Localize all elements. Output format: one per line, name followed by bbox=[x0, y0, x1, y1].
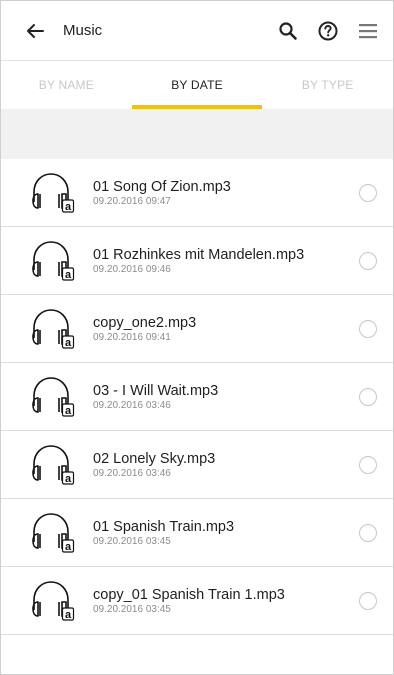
file-name: 01 Spanish Train.mp3 bbox=[93, 518, 235, 535]
select-radio[interactable] bbox=[359, 387, 377, 406]
search-button[interactable] bbox=[271, 14, 305, 48]
audio-file-icon-wrap: a bbox=[29, 567, 87, 635]
menu-button[interactable] bbox=[351, 14, 385, 48]
audio-file-icon-wrap: a bbox=[29, 295, 87, 363]
help-button[interactable] bbox=[311, 14, 345, 48]
select-radio[interactable] bbox=[359, 251, 377, 270]
list-item[interactable]: a 03 - I Will Wait.mp3 09.20.2016 03:46 bbox=[1, 363, 393, 431]
sort-tabs: BY NAME BY DATE BY TYPE bbox=[1, 61, 393, 109]
select-radio[interactable] bbox=[359, 523, 377, 542]
file-date: 09.20.2016 09:47 bbox=[93, 195, 171, 207]
file-date: 09.20.2016 03:45 bbox=[93, 535, 171, 547]
file-date: 09.20.2016 03:45 bbox=[93, 603, 171, 615]
list-item[interactable]: a copy_one2.mp3 09.20.2016 09:41 bbox=[1, 295, 393, 363]
audio-file-icon-wrap: a bbox=[29, 363, 87, 431]
list-item[interactable]: a 02 Lonely Sky.mp3 09.20.2016 03:46 bbox=[1, 431, 393, 499]
back-arrow-icon bbox=[27, 23, 44, 38]
audio-file-icon-wrap: a bbox=[29, 227, 87, 295]
file-name: copy_one2.mp3 bbox=[93, 314, 197, 331]
tab-by-type[interactable]: BY TYPE bbox=[262, 61, 393, 109]
app-bar: Music bbox=[1, 1, 393, 61]
page-title: Music bbox=[63, 22, 103, 39]
audio-file-icon-wrap: a bbox=[29, 499, 87, 567]
headphones-audio-icon: a bbox=[32, 376, 75, 417]
svg-text:a: a bbox=[65, 473, 72, 485]
svg-text:a: a bbox=[65, 541, 72, 553]
file-date: 09.20.2016 03:46 bbox=[93, 399, 171, 411]
headphones-audio-icon: a bbox=[32, 240, 75, 281]
list-item[interactable]: a 01 Spanish Train.mp3 09.20.2016 03:45 bbox=[1, 499, 393, 567]
hamburger-menu-icon bbox=[359, 23, 377, 38]
list-header-spacer bbox=[1, 109, 393, 159]
svg-text:a: a bbox=[65, 337, 72, 349]
svg-text:a: a bbox=[65, 405, 72, 417]
help-icon bbox=[318, 21, 338, 40]
headphones-audio-icon: a bbox=[32, 512, 75, 553]
svg-text:a: a bbox=[65, 609, 72, 621]
audio-file-icon-wrap: a bbox=[29, 159, 87, 227]
app-bar-actions bbox=[271, 14, 385, 48]
audio-file-icon-wrap: a bbox=[29, 431, 87, 499]
file-list: a 01 Song Of Zion.mp3 09.20.2016 09:47 a bbox=[1, 159, 393, 635]
file-date: 09.20.2016 03:46 bbox=[93, 467, 171, 479]
headphones-audio-icon: a bbox=[32, 444, 75, 485]
list-item[interactable]: a 01 Rozhinkes mit Mandelen.mp3 09.20.20… bbox=[1, 227, 393, 295]
file-name: 03 - I Will Wait.mp3 bbox=[93, 382, 219, 399]
tab-label: BY DATE bbox=[171, 78, 223, 92]
back-button[interactable] bbox=[19, 15, 51, 47]
svg-text:a: a bbox=[65, 269, 72, 281]
tab-label: BY TYPE bbox=[301, 78, 354, 92]
list-item[interactable]: a copy_01 Spanish Train 1.mp3 09.20.2016… bbox=[1, 567, 393, 635]
headphones-audio-icon: a bbox=[32, 580, 75, 621]
file-name: 02 Lonely Sky.mp3 bbox=[93, 450, 216, 467]
select-radio[interactable] bbox=[359, 319, 377, 338]
headphones-audio-icon: a bbox=[32, 308, 75, 349]
list-item[interactable]: a 01 Song Of Zion.mp3 09.20.2016 09:47 bbox=[1, 159, 393, 227]
file-name: 01 Rozhinkes mit Mandelen.mp3 bbox=[93, 246, 305, 263]
tab-label: BY NAME bbox=[38, 78, 94, 92]
tab-by-date[interactable]: BY DATE bbox=[132, 61, 263, 109]
headphones-audio-icon: a bbox=[32, 172, 75, 213]
file-date: 09.20.2016 09:46 bbox=[93, 263, 171, 275]
file-name: copy_01 Spanish Train 1.mp3 bbox=[93, 586, 285, 603]
file-date: 09.20.2016 09:41 bbox=[93, 331, 171, 343]
file-name: 01 Song Of Zion.mp3 bbox=[93, 178, 231, 195]
svg-text:a: a bbox=[65, 201, 72, 213]
select-radio[interactable] bbox=[359, 591, 377, 610]
select-radio[interactable] bbox=[359, 183, 377, 202]
app-frame: Music BY NAME BY DATE BY TYPE a 01 Song … bbox=[0, 0, 394, 675]
tab-by-name[interactable]: BY NAME bbox=[1, 61, 132, 109]
search-icon bbox=[279, 21, 297, 40]
select-radio[interactable] bbox=[359, 455, 377, 474]
